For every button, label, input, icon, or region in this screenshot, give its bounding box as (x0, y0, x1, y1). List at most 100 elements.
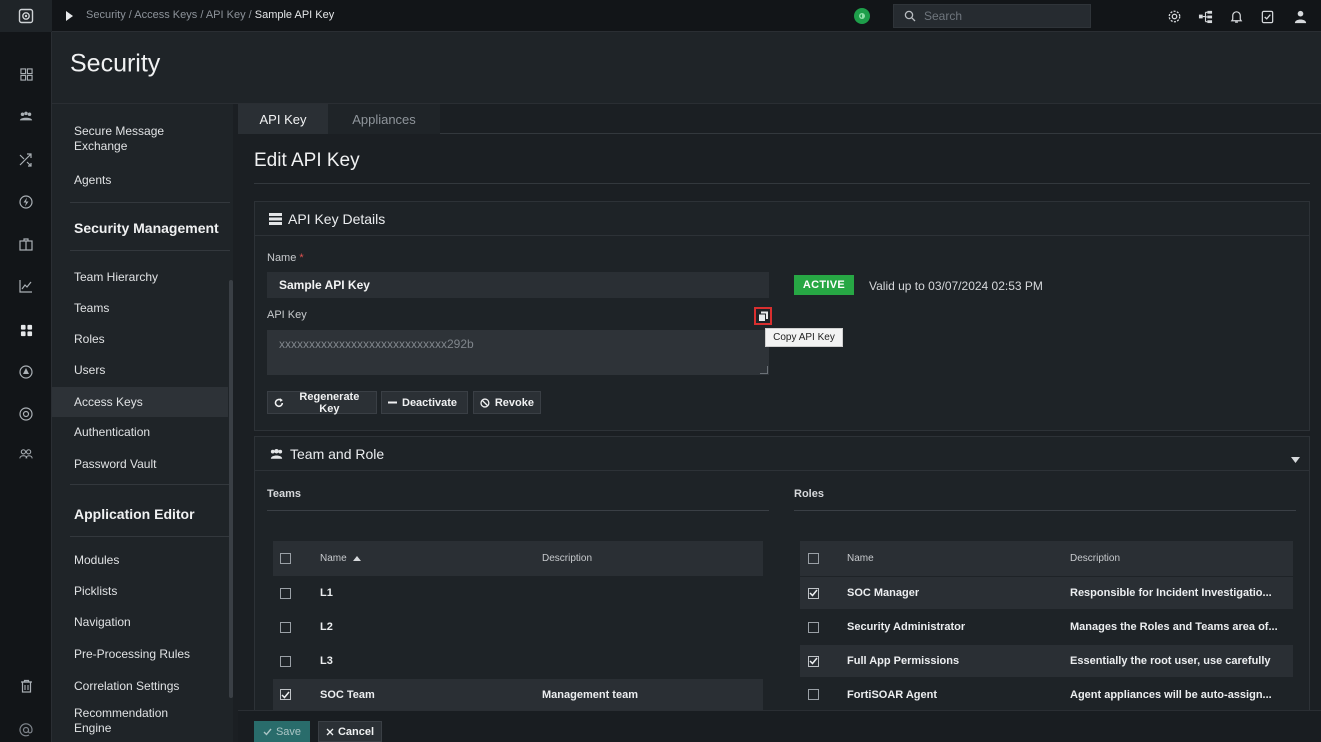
tab-bar: API Key Appliances (238, 104, 1321, 134)
bolt-icon[interactable] (18, 194, 34, 210)
role-name: Security Administrator (847, 621, 966, 633)
panel-title: Team and Role (290, 445, 385, 462)
bell-icon[interactable] (1228, 8, 1244, 24)
dashboard-icon[interactable] (18, 66, 34, 82)
api-key-label: API Key (267, 309, 307, 321)
close-icon (326, 728, 334, 735)
left-rail (0, 32, 52, 742)
teams-name-column-header[interactable]: Name (320, 553, 361, 564)
cancel-button[interactable]: Cancel (318, 721, 382, 742)
sidebar-item-correlation-settings[interactable]: Correlation Settings (52, 673, 228, 699)
teams-grid-header: Name Description (273, 541, 763, 576)
teams-description-column-header[interactable]: Description (542, 553, 592, 564)
row-checkbox-checked[interactable] (808, 587, 819, 599)
role-description: Responsible for Incident Investigatio... (1070, 587, 1272, 599)
briefcase-icon[interactable] (18, 236, 34, 252)
sidebar-item-users[interactable]: Users (52, 357, 228, 383)
sidebar-item-team-hierarchy[interactable]: Team Hierarchy (52, 264, 228, 290)
api-key-field[interactable]: xxxxxxxxxxxxxxxxxxxxxxxxxxxx292b (267, 330, 769, 375)
at-icon[interactable] (18, 722, 34, 738)
team-name: L1 (320, 587, 333, 599)
select-all-roles-checkbox[interactable] (808, 553, 819, 564)
row-checkbox-checked[interactable] (808, 655, 819, 667)
search-input[interactable] (924, 9, 1074, 23)
sidebar-item-password-vault[interactable]: Password Vault (52, 451, 228, 477)
sidebar-item-modules[interactable]: Modules (52, 547, 228, 573)
team-and-role-header[interactable]: Team and Role (255, 437, 1309, 471)
sidebar-item-label: Picklists (74, 584, 118, 598)
search-box[interactable] (893, 4, 1091, 28)
collapse-caret-icon[interactable] (1291, 452, 1300, 466)
role-description: Essentially the root user, use carefully (1070, 655, 1271, 667)
row-checkbox[interactable] (808, 689, 819, 700)
roles-name-column-header[interactable]: Name (847, 553, 874, 564)
deactivate-button[interactable]: Deactivate (381, 391, 468, 414)
select-all-teams-checkbox[interactable] (280, 553, 291, 564)
row-checkbox[interactable] (280, 655, 291, 667)
tab-appliances[interactable]: Appliances (328, 104, 440, 134)
sidebar-item-navigation[interactable]: Navigation (52, 609, 228, 635)
team-row[interactable]: L2 (273, 611, 763, 643)
user-icon[interactable] (1292, 8, 1308, 24)
team-name: SOC Team (320, 688, 375, 701)
revoke-button[interactable]: Revoke (473, 391, 541, 414)
sidebar-item-secure-message-exchange[interactable]: Secure Message Exchange (52, 122, 182, 156)
row-checkbox-checked[interactable] (280, 689, 291, 700)
users-icon[interactable] (18, 446, 34, 462)
button-label: Revoke (494, 396, 534, 409)
sidebar-divider (70, 484, 230, 485)
globe-icon[interactable] (18, 406, 34, 422)
role-name: SOC Manager (847, 587, 920, 599)
sidebar-divider (70, 250, 230, 251)
breadcrumb-path[interactable]: Security / Access Keys / API Key / (86, 9, 252, 21)
revoke-icon (480, 397, 490, 408)
sidebar-item-roles[interactable]: Roles (52, 326, 228, 352)
settings-icon[interactable] (1166, 8, 1182, 24)
section-sidebar: Secure Message Exchange Agents Security … (52, 104, 233, 742)
tab-api-key[interactable]: API Key (238, 104, 328, 134)
role-row[interactable]: Full App Permissions Essentially the roo… (800, 645, 1293, 677)
sidebar-item-pre-processing-rules[interactable]: Pre-Processing Rules (52, 641, 228, 667)
sidebar-toggle-icon[interactable] (62, 9, 76, 23)
team-row[interactable]: SOC Team Management team (273, 679, 763, 710)
copy-api-key-button[interactable] (754, 307, 772, 325)
check-icon (809, 589, 818, 597)
role-row[interactable]: Security Administrator Manages the Roles… (800, 611, 1293, 643)
role-row[interactable]: SOC Manager Responsible for Incident Inv… (800, 577, 1293, 609)
sidebar-item-agents[interactable]: Agents (52, 168, 228, 192)
shuffle-icon[interactable] (18, 152, 34, 168)
row-checkbox[interactable] (808, 621, 819, 633)
clipboard-check-icon[interactable] (1259, 8, 1275, 24)
app-logo-icon[interactable] (0, 0, 52, 32)
incidents-icon[interactable] (18, 108, 34, 124)
role-row[interactable]: FortiSOAR Agent Agent appliances will be… (800, 679, 1293, 710)
row-checkbox[interactable] (280, 621, 291, 633)
save-button[interactable]: Save (254, 721, 310, 742)
name-field[interactable] (267, 272, 769, 298)
team-tree-icon[interactable] (1197, 8, 1213, 24)
role-name: Full App Permissions (847, 655, 960, 667)
sort-ascending-icon (352, 556, 361, 561)
team-row[interactable]: L1 (273, 577, 763, 609)
modules-icon[interactable] (18, 322, 34, 338)
threat-icon[interactable] (18, 364, 34, 380)
analytics-icon[interactable] (18, 278, 34, 294)
connection-status-icon[interactable] (854, 8, 870, 24)
resize-handle-icon[interactable] (760, 366, 768, 374)
api-key-details-header[interactable]: API Key Details (255, 202, 1309, 236)
team-name: L3 (320, 655, 333, 667)
team-row[interactable]: L3 (273, 645, 763, 677)
sidebar-item-label: Agents (74, 173, 112, 187)
role-description: Agent appliances will be auto-assign... (1070, 688, 1272, 701)
sidebar-item-teams[interactable]: Teams (52, 295, 228, 321)
trash-icon[interactable] (18, 678, 34, 694)
sidebar-item-label: Pre-Processing Rules (74, 647, 191, 661)
row-checkbox[interactable] (280, 587, 291, 599)
sidebar-item-access-keys[interactable]: Access Keys (52, 387, 228, 417)
roles-description-column-header[interactable]: Description (1070, 553, 1120, 564)
sidebar-scrollbar[interactable] (229, 280, 233, 698)
sidebar-item-authentication[interactable]: Authentication (52, 419, 228, 445)
regenerate-key-button[interactable]: Regenerate Key (267, 391, 377, 415)
sidebar-item-picklists[interactable]: Picklists (52, 578, 228, 604)
sidebar-item-recommendation-engine[interactable]: Recommendation Engine (52, 704, 202, 738)
